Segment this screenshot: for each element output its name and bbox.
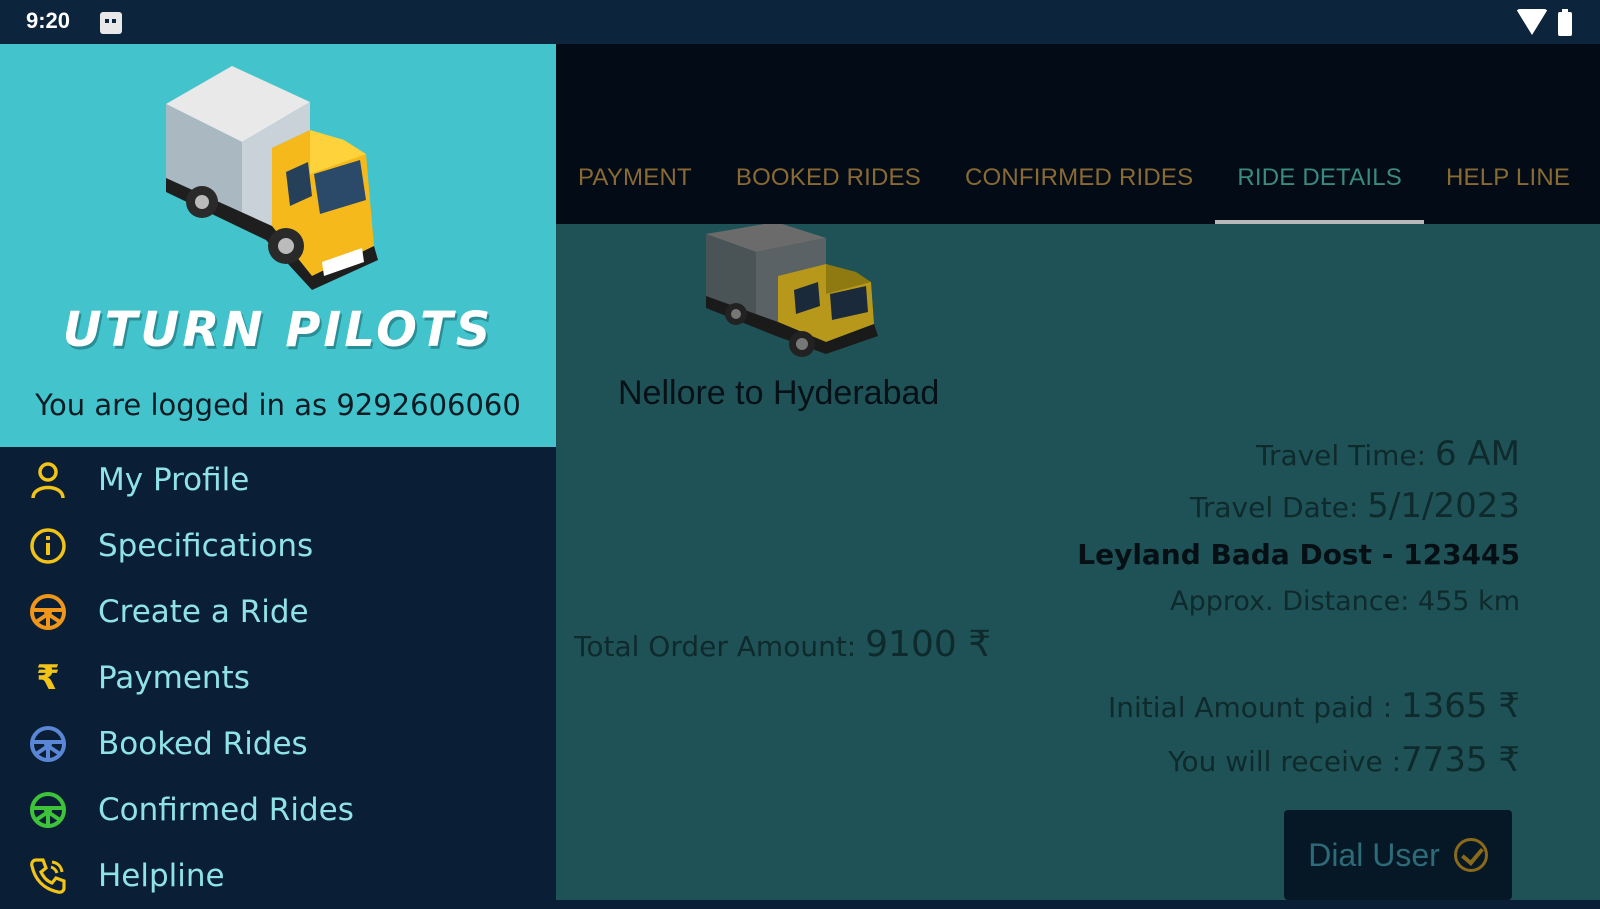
distance-info: Approx. Distance: 455 km — [1170, 586, 1520, 617]
travel-time: Travel Time: 6 AM — [1256, 434, 1520, 474]
logged-in-text: You are logged in as 9292606060 — [35, 388, 521, 422]
menu-item-specifications[interactable]: Specifications — [0, 513, 556, 579]
info-icon — [28, 526, 68, 566]
menu-item-booked-rides[interactable]: Booked Rides — [0, 711, 556, 777]
notification-icon — [100, 12, 122, 34]
initial-label: Initial Amount paid : — [1108, 691, 1402, 724]
menu-item-confirmed-rides[interactable]: Confirmed Rides — [0, 777, 556, 843]
route-title: Nellore to Hyderabad — [618, 374, 940, 412]
receive-label: You will receive : — [1168, 745, 1402, 778]
receive-amount: You will receive :7735 ₹ — [1168, 740, 1520, 780]
truck-logo-icon — [166, 66, 378, 290]
menu-label: Create a Ride — [98, 594, 309, 630]
status-bar: 9:20 — [0, 0, 1600, 44]
navigation-drawer: UTURN PILOTS You are logged in as 929260… — [0, 44, 556, 900]
steering-wheel-icon — [28, 592, 68, 632]
total-value: 9100 ₹ — [865, 624, 992, 665]
truck-icon — [706, 224, 878, 357]
person-icon — [28, 460, 68, 500]
travel-date-value: 5/1/2023 — [1367, 486, 1520, 526]
tab-booked-rides[interactable]: BOOKED RIDES — [714, 150, 943, 224]
tab-help-line[interactable]: HELP LINE — [1424, 150, 1592, 224]
status-time: 9:20 — [26, 8, 71, 33]
phone-icon — [28, 856, 68, 896]
menu-label: Booked Rides — [98, 726, 308, 762]
initial-amount-paid: Initial Amount paid : 1365 ₹ — [1108, 686, 1520, 726]
rupee-icon: ₹ — [36, 658, 60, 698]
dial-user-button[interactable]: Dial User — [1284, 810, 1512, 900]
menu-label: Confirmed Rides — [98, 792, 354, 828]
tab-confirmed-rides[interactable]: CONFIRMED RIDES — [943, 150, 1215, 224]
menu-item-payments[interactable]: ₹ Payments — [0, 645, 556, 711]
menu-item-create-ride[interactable]: Create a Ride — [0, 579, 556, 645]
wifi-icon — [1516, 9, 1548, 35]
menu-label: My Profile — [98, 462, 250, 498]
dial-user-label: Dial User — [1308, 836, 1440, 873]
vehicle-info: Leyland Bada Dost - 123445 — [1077, 538, 1520, 571]
travel-time-value: 6 AM — [1434, 434, 1520, 474]
menu-label: Helpline — [98, 858, 225, 894]
receive-value: 7735 ₹ — [1401, 740, 1520, 780]
menu-item-helpline[interactable]: Helpline — [0, 843, 556, 909]
tab-bar: PAYMENT BOOKED RIDES CONFIRMED RIDES RID… — [556, 150, 1592, 224]
tab-payment[interactable]: PAYMENT — [556, 150, 714, 224]
ride-details-panel: Nellore to Hyderabad Travel Time: 6 AM T… — [556, 224, 1600, 900]
total-label: Total Order Amount: — [574, 630, 866, 663]
drawer-menu: My Profile Specifications Create a Ride … — [0, 447, 556, 909]
total-order-amount: Total Order Amount: 9100 ₹ — [574, 624, 991, 665]
steering-wheel-icon — [28, 724, 68, 764]
menu-label: Payments — [98, 660, 250, 696]
check-circle-icon — [1453, 838, 1488, 872]
battery-icon — [1558, 9, 1572, 36]
travel-time-label: Travel Time: — [1255, 439, 1435, 472]
menu-item-my-profile[interactable]: My Profile — [0, 447, 556, 513]
menu-label: Specifications — [98, 528, 314, 564]
tab-ride-details[interactable]: RIDE DETAILS — [1215, 150, 1424, 224]
travel-date: Travel Date: 5/1/2023 — [1190, 486, 1520, 526]
travel-date-label: Travel Date: — [1189, 491, 1368, 524]
brand-logo-text: UTURN PILOTS — [62, 302, 494, 358]
drawer-header: UTURN PILOTS You are logged in as 929260… — [0, 44, 556, 447]
initial-value: 1365 ₹ — [1401, 686, 1520, 726]
steering-wheel-icon — [28, 790, 68, 830]
